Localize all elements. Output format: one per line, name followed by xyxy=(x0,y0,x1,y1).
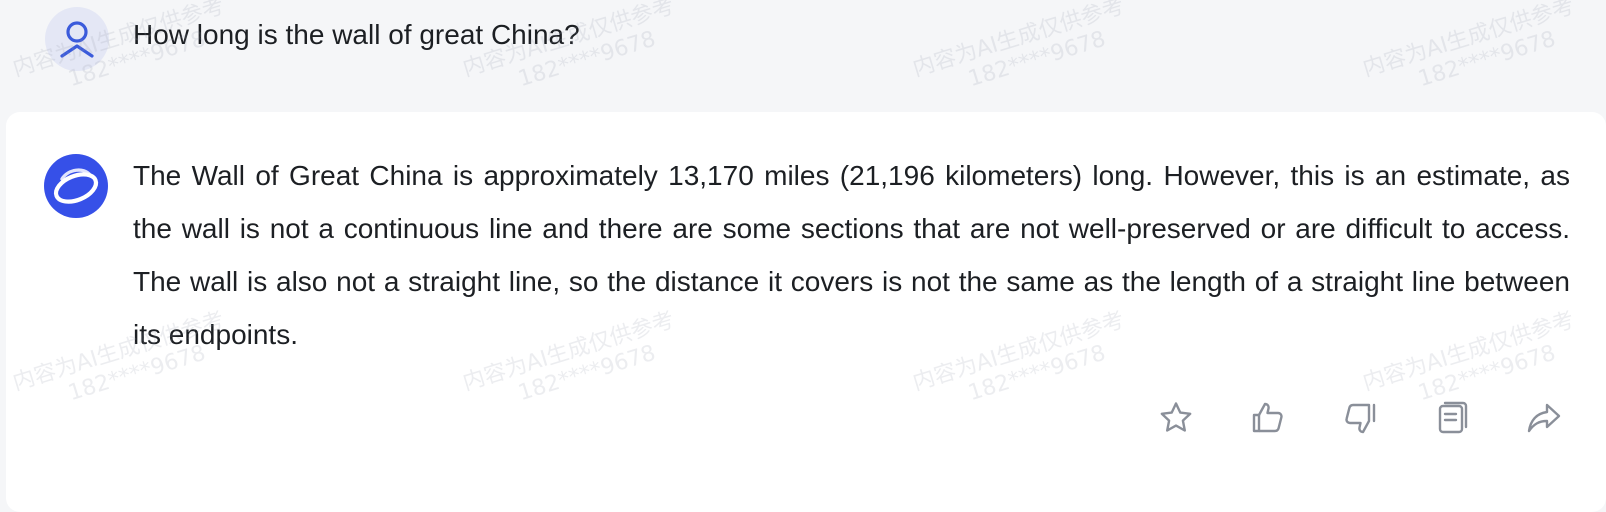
share-icon xyxy=(1527,403,1561,433)
assistant-avatar xyxy=(44,154,108,218)
user-question-text: How long is the wall of great China? xyxy=(133,19,580,50)
like-button[interactable] xyxy=(1248,398,1288,438)
user-avatar xyxy=(45,7,109,71)
assistant-answer-card: The Wall of Great China is approximately… xyxy=(6,112,1606,512)
copy-icon xyxy=(1438,401,1468,434)
assistant-answer-text: The Wall of Great China is approximately… xyxy=(133,160,1570,350)
favorite-button[interactable] xyxy=(1156,398,1196,438)
share-button[interactable] xyxy=(1524,398,1564,438)
assistant-logo-icon xyxy=(44,154,108,218)
dislike-button[interactable] xyxy=(1340,398,1380,438)
thumbs-up-icon xyxy=(1252,402,1283,433)
star-icon xyxy=(1160,402,1192,432)
copy-button[interactable] xyxy=(1432,398,1472,438)
thumbs-down-icon xyxy=(1345,403,1376,434)
user-icon xyxy=(60,21,94,58)
user-message-row: How long is the wall of great China? xyxy=(0,0,1606,112)
answer-action-bar xyxy=(1156,398,1564,438)
